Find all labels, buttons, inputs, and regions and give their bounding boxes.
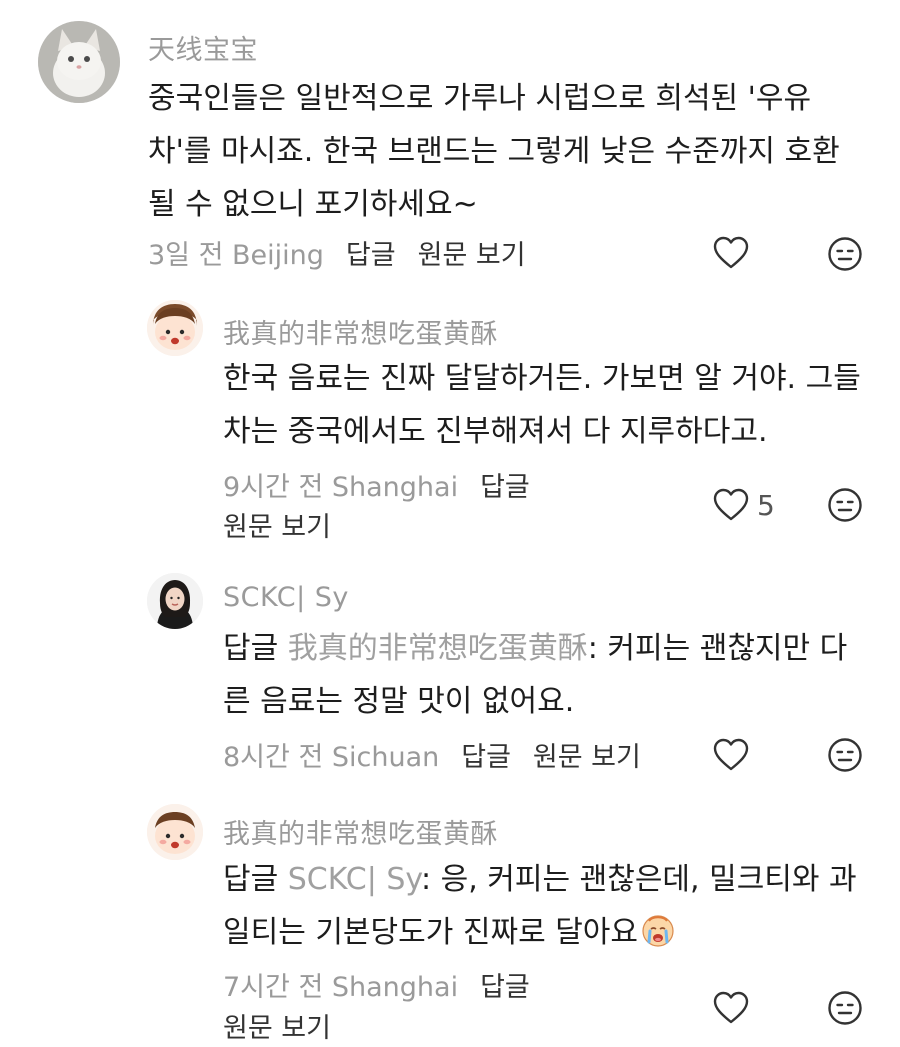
avatar[interactable] <box>147 804 203 860</box>
cat-avatar-image <box>38 21 120 103</box>
timestamp-location: 9시간 전 Shanghai <box>223 472 459 503</box>
heart-outline-icon <box>713 236 749 269</box>
comment-line: 중국인들은 일반적으로 가루나 시럽으로 희석된 '우유 <box>148 81 812 116</box>
neutral-face-icon <box>828 488 862 522</box>
dislike-button[interactable] <box>827 990 863 1026</box>
heart-outline-icon <box>713 738 749 771</box>
comment-text-segment: : 응, 커피는 괜찮은데, 밀크티와 과 <box>420 862 857 897</box>
comment-meta: 3일 전 Beijing 답글 원문 보기 <box>148 233 526 272</box>
comment-text-segment: : 커피는 괜찮지만 다 <box>587 631 848 666</box>
neutral-face-icon <box>828 237 862 271</box>
comment-text-segment: 일티는 기본당도가 진짜로 달아요 <box>223 915 639 950</box>
avatar[interactable] <box>147 573 203 629</box>
heart-outline-icon <box>713 488 749 521</box>
reply-target-username[interactable]: SCKC| Sy <box>288 862 421 897</box>
comment-line: 차'를 마시죠. 한국 브랜드는 그렇게 낮은 수준까지 호환 <box>148 134 840 169</box>
reply-button[interactable]: 답글 <box>346 240 396 271</box>
comment-meta: 7시간 전 Shanghai 답글 <box>223 965 530 1004</box>
neutral-face-icon <box>828 738 862 772</box>
comment-text: 한국 음료는 진짜 달달하거든. 가보면 알 거야. 그들 차는 중국에서도 진… <box>223 352 861 458</box>
cartoon-boy-avatar-image <box>147 300 203 356</box>
dislike-button[interactable] <box>827 737 863 773</box>
view-original-button[interactable]: 원문 보기 <box>418 240 526 271</box>
comment-text: 답글 我真的非常想吃蛋黄酥: 커피는 괜찮지만 다 른 음료는 정말 맛이 없어… <box>223 622 847 728</box>
reply-prefix: 답글 <box>223 631 279 666</box>
heart-outline-icon <box>713 991 749 1024</box>
timestamp-location: 7시간 전 Shanghai <box>223 972 459 1003</box>
timestamp-location: 3일 전 Beijing <box>148 240 324 271</box>
comment-line: 른 음료는 정말 맛이 없어요. <box>223 684 575 719</box>
like-button[interactable] <box>713 236 749 270</box>
comment-meta: 9시간 전 Shanghai 답글 <box>223 465 530 504</box>
comment-line: 답글 SCKC| Sy: 응, 커피는 괜찮은데, 밀크티와 과 <box>223 853 857 906</box>
comment-line: 차는 중국에서도 진부해져서 다 지루하다고. <box>223 414 768 449</box>
avatar[interactable] <box>147 300 203 356</box>
view-original-button[interactable]: 원문 보기 <box>223 505 331 544</box>
like-count: 5 <box>757 488 775 522</box>
comment-thread: 天线宝宝 중국인들은 일반적으로 가루나 시럽으로 희석된 '우유 차'를 마시… <box>0 0 900 1047</box>
username[interactable]: SCKC| Sy <box>223 582 349 613</box>
username[interactable]: 我真的非常想吃蛋黄酥 <box>223 312 498 351</box>
comment-line: 일티는 기본당도가 진짜로 달아요 <box>223 906 857 959</box>
comment-text: 답글 SCKC| Sy: 응, 커피는 괜찮은데, 밀크티와 과 일티는 기본당… <box>223 853 857 959</box>
dislike-button[interactable] <box>827 236 863 272</box>
view-original-button[interactable]: 원문 보기 <box>223 1006 331 1045</box>
reply-item: 我真的非常想吃蛋黄酥 한국 음료는 진짜 달달하거든. 가보면 알 거야. 그들… <box>0 280 900 560</box>
dislike-button[interactable] <box>827 487 863 523</box>
comment-item: 天线宝宝 중국인들은 일반적으로 가루나 시럽으로 희석된 '우유 차'를 마시… <box>0 0 900 280</box>
reply-button[interactable]: 답글 <box>480 472 530 503</box>
cartoon-boy-avatar-image <box>147 804 203 860</box>
comment-line: 답글 我真的非常想吃蛋黄酥: 커피는 괜찮지만 다 <box>223 622 847 675</box>
reply-target-username[interactable]: 我真的非常想吃蛋黄酥 <box>288 631 588 666</box>
like-button[interactable]: 5 <box>713 488 775 522</box>
reply-item: 我真的非常想吃蛋黄酥 답글 SCKC| Sy: 응, 커피는 괜찮은데, 밀크티… <box>0 800 900 1047</box>
like-button[interactable] <box>713 991 749 1025</box>
timestamp-location: 8시간 전 Sichuan <box>223 742 440 773</box>
comment-line: 한국 음료는 진짜 달달하거든. 가보면 알 거야. 그들 <box>223 361 861 396</box>
username[interactable]: 我真的非常想吃蛋黄酥 <box>223 812 498 851</box>
comment-meta: 8시간 전 Sichuan 답글 원문 보기 <box>223 735 641 774</box>
reply-prefix: 답글 <box>223 862 279 897</box>
view-original-button[interactable]: 원문 보기 <box>533 742 641 773</box>
comment-text: 중국인들은 일반적으로 가루나 시럽으로 희석된 '우유 차'를 마시죠. 한국… <box>148 72 840 231</box>
woman-portrait-avatar-image <box>147 573 203 629</box>
username[interactable]: 天线宝宝 <box>148 28 258 67</box>
comment-line: 될 수 없으니 포기하세요~ <box>148 187 478 222</box>
like-button[interactable] <box>713 738 749 772</box>
crying-face-emoji <box>642 915 674 947</box>
neutral-face-icon <box>828 991 862 1025</box>
reply-item: SCKC| Sy 답글 我真的非常想吃蛋黄酥: 커피는 괜찮지만 다 른 음료는… <box>0 560 900 800</box>
reply-button[interactable]: 답글 <box>480 972 530 1003</box>
reply-button[interactable]: 답글 <box>461 742 511 773</box>
avatar[interactable] <box>38 21 120 103</box>
